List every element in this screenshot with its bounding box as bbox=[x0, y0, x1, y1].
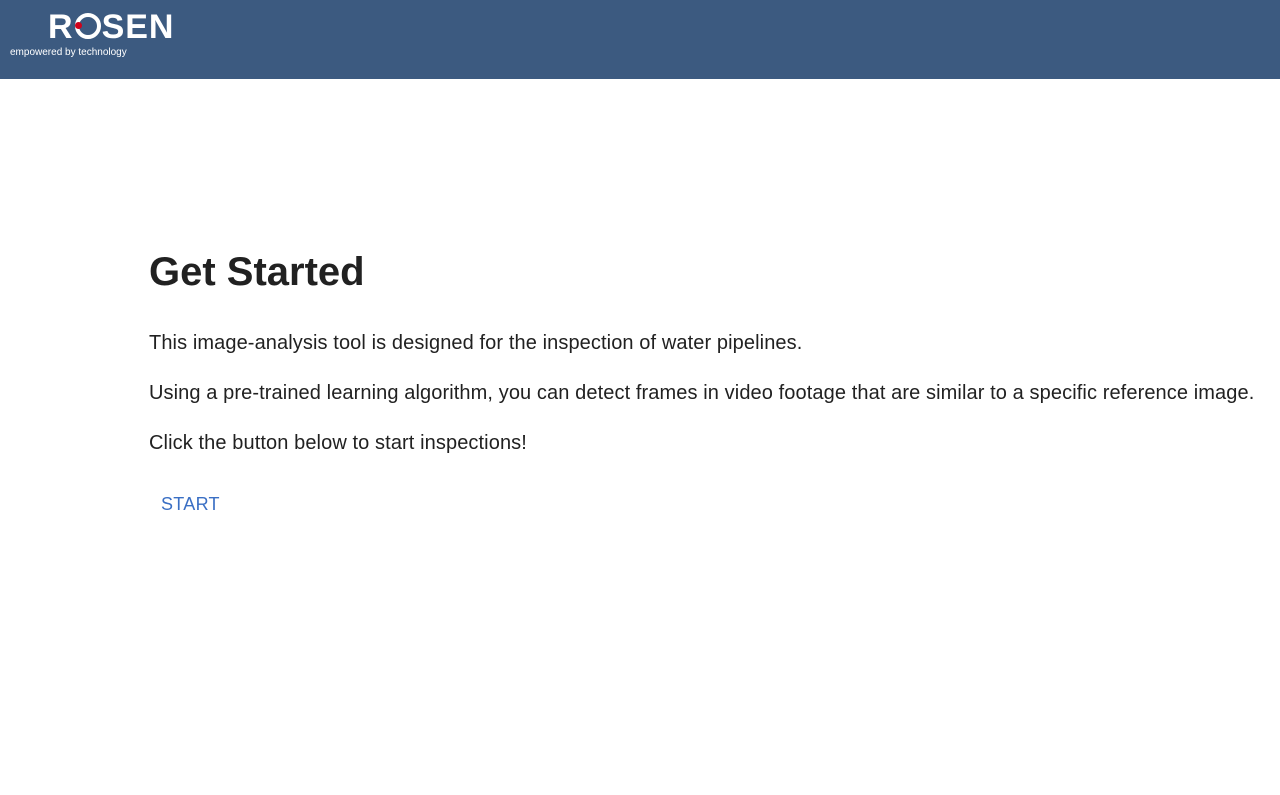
logo-o-ring-icon bbox=[74, 13, 101, 39]
instruction-paragraph: Click the button below to start inspecti… bbox=[149, 432, 527, 454]
page-title: Get Started bbox=[149, 250, 365, 294]
app-header: R SEN empowered by technology bbox=[0, 0, 1280, 79]
logo-red-dot-icon bbox=[74, 22, 82, 29]
start-button[interactable]: START bbox=[149, 485, 232, 523]
algorithm-paragraph: Using a pre-trained learning algorithm, … bbox=[149, 382, 1255, 404]
intro-paragraph: This image-analysis tool is designed for… bbox=[149, 332, 803, 354]
get-started-section: Get Started This image-analysis tool is … bbox=[149, 248, 1269, 523]
logo-wordmark: R SEN bbox=[48, 8, 175, 46]
logo-tagline: empowered by technology bbox=[10, 47, 127, 58]
rosen-logo[interactable]: R SEN empowered by technology bbox=[10, 8, 185, 64]
